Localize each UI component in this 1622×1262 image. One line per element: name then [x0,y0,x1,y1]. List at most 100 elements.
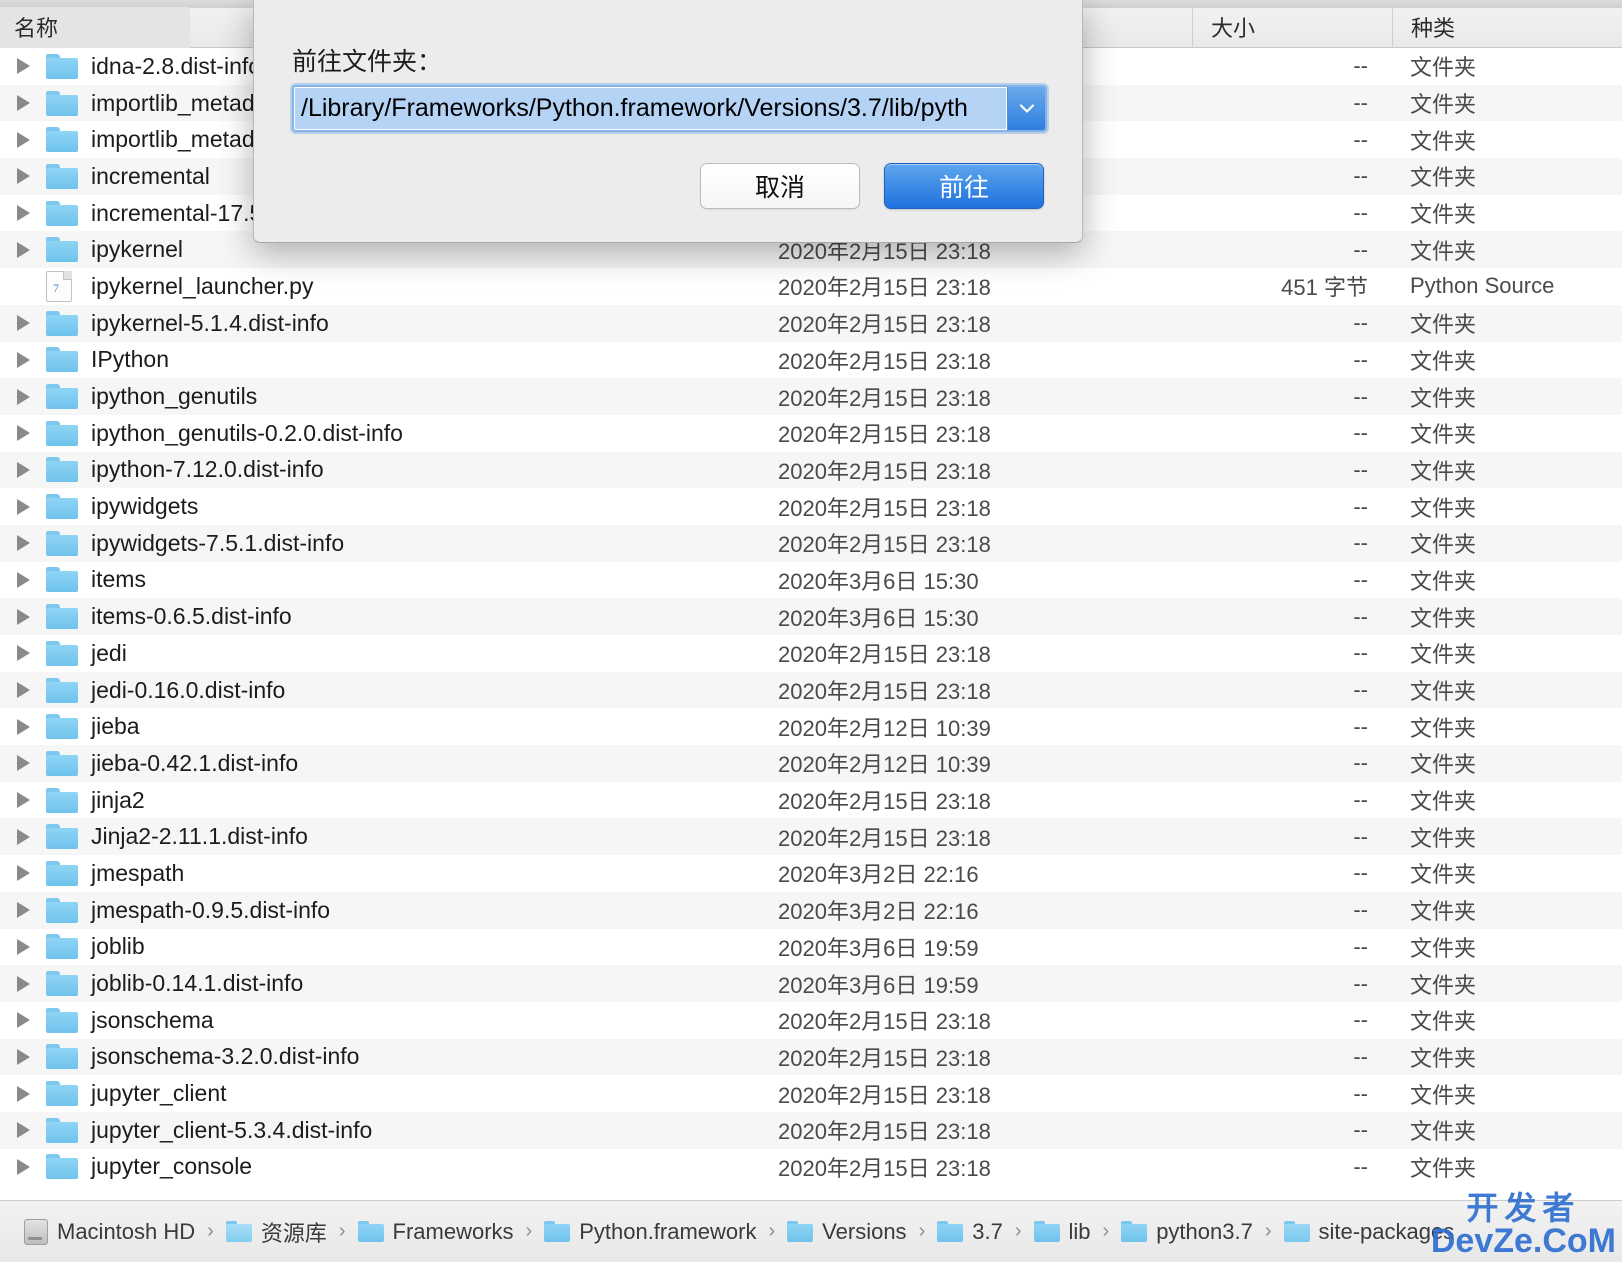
disclosure-triangle-icon[interactable] [0,95,46,112]
table-row[interactable]: jmespath 2020年3月2日 22:16 -- 文件夹 [0,855,1622,892]
cancel-button[interactable]: 取消 [700,163,860,209]
disclosure-triangle-icon[interactable] [0,535,46,552]
file-kind: 文件夹 [1410,679,1477,705]
breadcrumb-item[interactable]: 资源库 [225,1216,327,1248]
disclosure-triangle-icon[interactable] [0,205,46,222]
column-header-name-label: 名称 [14,16,59,41]
folder-icon [46,530,88,556]
disclosure-triangle-icon[interactable] [0,388,46,405]
disclosure-triangle-icon[interactable] [0,865,46,882]
table-row[interactable]: jupyter_client-5.3.4.dist-info 2020年2月15日… [0,1111,1622,1149]
breadcrumb-item[interactable]: Versions [787,1219,907,1245]
file-size: -- [1353,860,1368,886]
disclosure-triangle-icon[interactable] [0,1012,46,1029]
table-row[interactable]: IPython 2020年2月15日 23:18 -- 文件夹 [0,341,1622,379]
table-row[interactable]: jinja2 2020年2月15日 23:18 -- 文件夹 [0,781,1622,819]
file-size: -- [1353,750,1368,776]
disclosure-triangle-icon[interactable] [0,131,46,148]
disclosure-triangle-icon[interactable] [0,718,46,735]
file-size: -- [1353,1117,1368,1143]
breadcrumb-label: 资源库 [260,1220,327,1246]
disclosure-triangle-icon[interactable] [0,351,46,368]
folder-icon [46,897,88,923]
breadcrumb-item[interactable]: Python.framework [544,1219,757,1245]
disclosure-triangle-icon[interactable] [0,315,46,332]
file-name: jmespath-0.9.5.dist-info [91,896,331,923]
table-row[interactable]: jedi-0.16.0.dist-info 2020年2月15日 23:18 -- 文… [0,671,1622,709]
table-row[interactable]: ipython-7.12.0.dist-info 2020年2月15日 23:18… [0,451,1622,489]
table-row[interactable]: ipywidgets 2020年2月15日 23:18 -- 文件夹 [0,488,1622,525]
disclosure-triangle-icon[interactable] [0,1048,46,1065]
disclosure-triangle-icon[interactable] [0,425,46,442]
table-row[interactable]: jedi 2020年2月15日 23:18 -- 文件夹 [0,635,1622,672]
disclosure-triangle-icon[interactable] [0,1122,46,1139]
file-date: 2020年2月15日 23:18 [778,275,991,301]
file-size: -- [1353,1153,1368,1179]
breadcrumb-label: Macintosh HD [57,1218,196,1244]
file-kind: 文件夹 [1410,642,1477,668]
file-date: 2020年2月12日 10:39 [778,752,991,778]
path-bar[interactable]: Macintosh HD › 资源库 › Frameworks › Python.frame… [0,1200,1622,1262]
table-row[interactable]: ipython_genutils-0.2.0.dist-info 2020年2月1… [0,414,1622,452]
table-row[interactable]: items 2020年3月6日 15:30 -- 文件夹 [0,561,1622,599]
disclosure-triangle-icon[interactable] [0,58,46,75]
file-size: -- [1353,456,1368,482]
disclosure-triangle-icon[interactable] [0,461,46,478]
disclosure-triangle-icon[interactable] [0,902,46,919]
breadcrumb-item[interactable]: 3.7 [937,1219,1003,1245]
folder-path-combobox[interactable]: /Library/Frameworks/Python.framework/Ver… [292,85,1047,132]
column-header-size[interactable]: 大小 [1192,6,1392,48]
file-name: jsonschema [91,1006,214,1033]
file-name: jedi-0.16.0.dist-info [91,676,286,703]
disclosure-triangle-icon[interactable] [0,682,46,699]
table-row[interactable]: jmespath-0.9.5.dist-info 2020年3月2日 22:16 -… [0,891,1622,929]
disclosure-triangle-icon[interactable] [0,792,46,809]
file-kind: 文件夹 [1410,568,1477,594]
folder-icon [46,310,88,336]
disclosure-triangle-icon[interactable] [0,168,46,185]
go-button[interactable]: 前往 [884,163,1044,209]
column-header-kind[interactable]: 种类 [1392,6,1622,48]
disclosure-triangle-icon[interactable] [0,241,46,258]
folder-icon [46,53,88,79]
disclosure-triangle-icon[interactable] [0,571,46,588]
disclosure-triangle-icon[interactable] [0,498,46,515]
file-size: -- [1353,603,1368,629]
table-row[interactable]: joblib-0.14.1.dist-info 2020年3月6日 19:59 --… [0,965,1622,1002]
file-kind: 文件夹 [1410,972,1477,998]
table-row[interactable]: ipykernel-5.1.4.dist-info 2020年2月15日 23:1… [0,304,1622,342]
table-row[interactable]: items-0.6.5.dist-info 2020年3月6日 15:30 -- 文件… [0,598,1622,635]
table-row[interactable]: jieba-0.42.1.dist-info 2020年2月12日 10:39 --… [0,745,1622,782]
disclosure-triangle-icon[interactable] [0,938,46,955]
disclosure-triangle-icon[interactable] [0,1158,46,1175]
table-row[interactable]: jupyter_console 2020年2月15日 23:18 -- 文件夹 [0,1148,1622,1186]
breadcrumb-item[interactable]: lib [1033,1219,1091,1245]
table-row[interactable]: ipywidgets-7.5.1.dist-info 2020年2月15日 23:… [0,524,1622,562]
table-row[interactable]: jsonschema 2020年2月15日 23:18 -- 文件夹 [0,1001,1622,1039]
disclosure-triangle-icon[interactable] [0,608,46,625]
breadcrumb-label: python3.7 [1156,1218,1253,1244]
disclosure-triangle-icon[interactable] [0,828,46,845]
disclosure-triangle-icon[interactable] [0,755,46,772]
file-name: jupyter_client [91,1080,227,1107]
disclosure-triangle-icon[interactable] [0,975,46,992]
table-row[interactable]: jupyter_client 2020年2月15日 23:18 -- 文件夹 [0,1075,1622,1112]
breadcrumb-item[interactable]: site-packages [1283,1219,1454,1245]
column-header-name[interactable]: 名称 [0,6,190,48]
breadcrumb-item[interactable]: python3.7 [1121,1219,1253,1245]
breadcrumb-item[interactable]: Macintosh HD [24,1218,196,1245]
folder-icon [46,750,88,776]
chevron-down-icon[interactable] [1007,87,1045,130]
table-row[interactable]: 7 ipykernel_launcher.py 2020年2月15日 23:18 45… [0,268,1622,305]
dialog-button-row: 取消 前往 [700,163,1044,209]
folder-path-input[interactable]: /Library/Frameworks/Python.framework/Ver… [294,87,1007,130]
file-name: jmespath [91,859,185,886]
disclosure-triangle-icon[interactable] [0,645,46,662]
breadcrumb-item[interactable]: Frameworks [357,1219,514,1245]
table-row[interactable]: jsonschema-3.2.0.dist-info 2020年2月15日 23:… [0,1038,1622,1076]
table-row[interactable]: jieba 2020年2月12日 10:39 -- 文件夹 [0,708,1622,746]
disclosure-triangle-icon[interactable] [0,1085,46,1102]
table-row[interactable]: Jinja2-2.11.1.dist-info 2020年2月15日 23:18 -… [0,818,1622,856]
table-row[interactable]: ipython_genutils 2020年2月15日 23:18 -- 文件夹 [0,378,1622,415]
table-row[interactable]: joblib 2020年3月6日 19:59 -- 文件夹 [0,928,1622,966]
